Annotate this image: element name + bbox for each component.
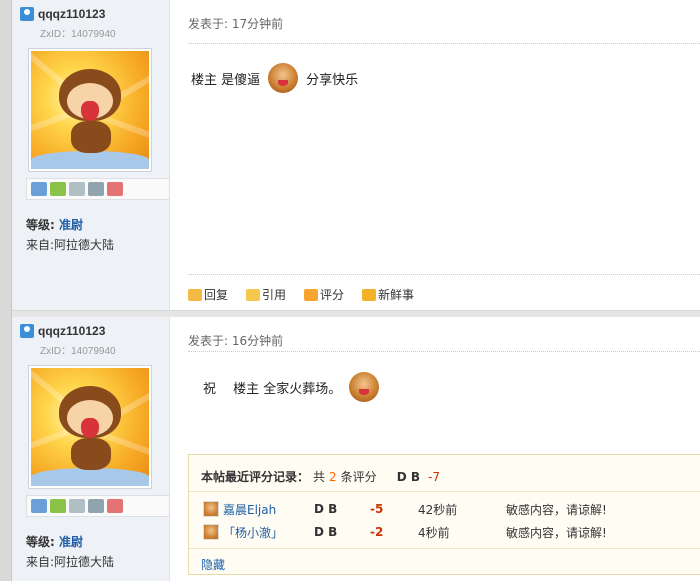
rating-record-box: 本帖最近评分记录： 共 2 条评分 D B -7 嘉晨Eljah D B -5 …	[188, 454, 700, 575]
rater-avatar-icon[interactable]	[203, 524, 219, 540]
left-scroll-gutter	[0, 0, 12, 581]
user-badge-icon	[20, 7, 34, 21]
content-text: 楼主 是傻逼	[191, 72, 261, 88]
avatar[interactable]	[28, 48, 152, 172]
author-actions-bar	[26, 178, 170, 200]
quote-button[interactable]: 引用	[246, 286, 286, 303]
monkey-emoji-icon	[268, 63, 299, 93]
forum-page: qqqz110123 ZxID：14079940 等级: 准尉 来自:阿拉德大陆…	[0, 0, 700, 581]
blocks-icon[interactable]	[107, 182, 123, 196]
divider	[188, 274, 700, 275]
message-icon[interactable]	[31, 499, 47, 513]
author-location: 来自:阿拉德大陆	[26, 238, 115, 252]
rating-count: 2	[329, 469, 337, 484]
rating-field: D B	[314, 502, 338, 516]
divider	[189, 548, 700, 549]
rating-score: -5	[370, 502, 384, 516]
news-icon	[362, 288, 377, 301]
zxid-value: 14079940	[71, 29, 116, 40]
rating-time: 42秒前	[418, 502, 458, 517]
monkey-emoji-icon	[349, 372, 380, 402]
profile-icon[interactable]	[69, 182, 85, 196]
author-level: 等级: 准尉	[26, 216, 83, 233]
rating-row: 「杨小澈」 D B -2 4秒前 敏感内容，请谅解!	[203, 523, 607, 541]
rater-name[interactable]: 「杨小澈」	[223, 524, 314, 541]
post-actions: 回复 引用 评分 新鲜事	[188, 286, 414, 303]
rating-count-prefix: 共	[313, 470, 326, 484]
author-zxid: ZxID：14079940	[40, 25, 116, 40]
author-level: 等级: 准尉	[26, 533, 83, 550]
card-icon[interactable]	[88, 499, 104, 513]
rating-reason: 敏感内容，请谅解!	[506, 502, 607, 517]
author-name-row[interactable]: qqqz110123	[20, 6, 105, 22]
level-label: 等级:	[26, 535, 55, 549]
avatar[interactable]	[28, 365, 152, 489]
zxid-label: ZxID：	[40, 29, 72, 40]
post-1-body: 发表于: 17分钟前 楼主 是傻逼 分享快乐 回复 引用 评分 新鲜事	[171, 0, 700, 310]
post-content: 楼主 是傻逼 分享快乐	[191, 63, 358, 93]
rating-score: -2	[370, 525, 384, 539]
author-name-row[interactable]: qqqz110123	[20, 323, 105, 339]
rate-icon	[304, 288, 319, 301]
monkey-avatar-image	[31, 368, 149, 486]
message-icon[interactable]	[31, 182, 47, 196]
post-content: 祝 楼主 全家火葬场。	[203, 372, 380, 402]
post-2-body: 发表于: 16分钟前 祝 楼主 全家火葬场。 本帖最近评分记录： 共 2 条评分…	[171, 317, 700, 581]
rating-sum-label: D B	[396, 469, 420, 484]
author-username[interactable]: qqqz110123	[38, 7, 105, 21]
rater-avatar-icon[interactable]	[203, 501, 219, 517]
author-location: 来自:阿拉德大陆	[26, 555, 115, 569]
zxid-value: 14079940	[71, 346, 116, 357]
rate-button[interactable]: 评分	[304, 286, 344, 303]
add-friend-icon[interactable]	[50, 499, 66, 513]
rater-name[interactable]: 嘉晨Eljah	[223, 501, 314, 518]
profile-icon[interactable]	[69, 499, 85, 513]
rating-count-suffix: 条评分	[340, 470, 377, 484]
content-text: 祝 楼主 全家火葬场。	[203, 381, 342, 397]
post-time: 发表于: 17分钟前	[188, 17, 284, 31]
zxid-label: ZxID：	[40, 346, 72, 357]
hide-link[interactable]: 隐藏	[201, 556, 225, 573]
level-rank[interactable]: 准尉	[59, 218, 83, 232]
divider	[188, 351, 700, 352]
level-rank[interactable]: 准尉	[59, 535, 83, 549]
author-zxid: ZxID：14079940	[40, 342, 116, 357]
blocks-icon[interactable]	[107, 499, 123, 513]
rating-sum-value: -7	[427, 469, 440, 484]
post-2: qqqz110123 ZxID：14079940 等级: 准尉 来自:阿拉德大陆…	[12, 317, 700, 581]
quote-icon	[246, 288, 261, 301]
post-1-author-panel: qqqz110123 ZxID：14079940 等级: 准尉 来自:阿拉德大陆	[12, 0, 170, 310]
reply-icon	[188, 288, 202, 301]
post-2-author-panel: qqqz110123 ZxID：14079940 等级: 准尉 来自:阿拉德大陆	[12, 317, 170, 581]
rating-time: 4秒前	[418, 525, 450, 540]
rating-header: 本帖最近评分记录： 共 2 条评分 D B -7	[201, 468, 440, 485]
rating-field: D B	[314, 525, 338, 539]
post-time: 发表于: 16分钟前	[188, 334, 284, 348]
monkey-avatar-image	[31, 51, 149, 169]
reply-button[interactable]: 回复	[188, 286, 228, 303]
card-icon[interactable]	[88, 182, 104, 196]
rating-reason: 敏感内容，请谅解!	[506, 525, 607, 540]
level-label: 等级:	[26, 218, 55, 232]
author-actions-bar	[26, 495, 170, 517]
rating-row: 嘉晨Eljah D B -5 42秒前 敏感内容，请谅解!	[203, 500, 607, 518]
news-button[interactable]: 新鲜事	[362, 286, 414, 303]
user-badge-icon	[20, 324, 34, 338]
divider	[188, 43, 700, 44]
post-1: qqqz110123 ZxID：14079940 等级: 准尉 来自:阿拉德大陆…	[12, 0, 700, 310]
author-username[interactable]: qqqz110123	[38, 324, 105, 338]
rating-title: 本帖最近评分记录：	[201, 470, 310, 484]
post-separator	[12, 310, 700, 317]
add-friend-icon[interactable]	[50, 182, 66, 196]
content-text-2: 分享快乐	[306, 72, 359, 88]
divider	[189, 491, 700, 492]
